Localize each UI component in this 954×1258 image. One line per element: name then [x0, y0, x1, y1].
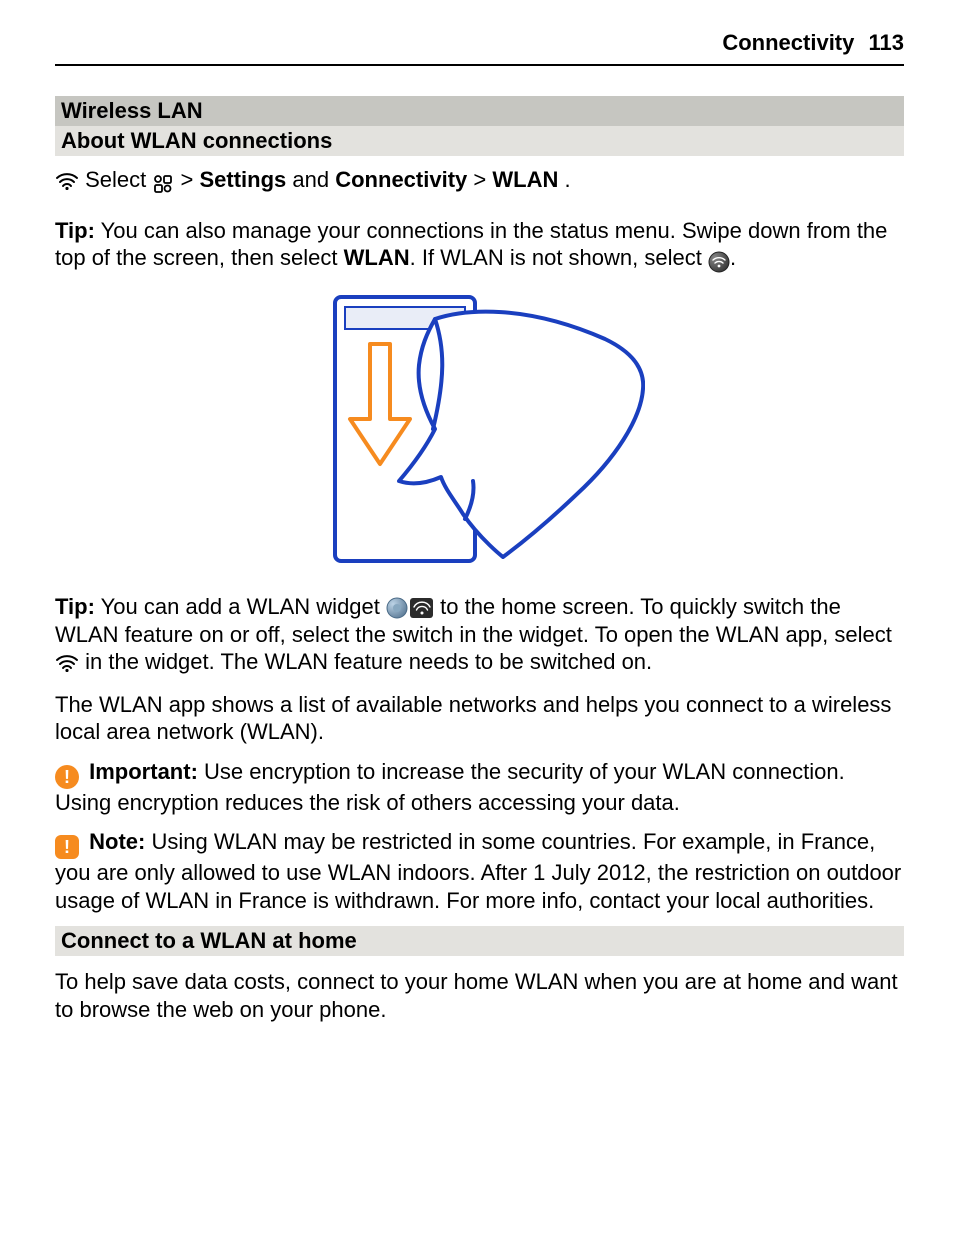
- text-and: and: [292, 167, 335, 192]
- tip2-text-c: in the widget. The WLAN feature needs to…: [79, 649, 652, 674]
- header-title: Connectivity: [722, 30, 854, 55]
- text-select: Select: [85, 167, 152, 192]
- page: Connectivity 113 Wireless LAN About WLAN…: [0, 0, 954, 1258]
- wlan-widget-icon: [386, 597, 434, 619]
- text-connectivity: Connectivity: [335, 167, 467, 192]
- body-content: Select > Settings and Connectivity > WLA…: [55, 166, 904, 914]
- instruction-line: Select > Settings and Connectivity > WLA…: [55, 166, 904, 197]
- section-connect-home: Connect to a WLAN at home: [55, 926, 904, 956]
- text-gt2: >: [473, 167, 492, 192]
- tip2-paragraph: Tip: You can add a WLAN widget to the ho…: [55, 593, 904, 679]
- connect-home-paragraph: To help save data costs, connect to your…: [55, 968, 904, 1023]
- note-icon: !: [55, 835, 79, 859]
- tip1-paragraph: Tip: You can also manage your connection…: [55, 217, 904, 275]
- note-text: Using WLAN may be restricted in some cou…: [55, 829, 901, 913]
- tip1-wlan: WLAN: [344, 245, 410, 270]
- wifi-icon: [55, 169, 79, 197]
- tip1-text-b: . If WLAN is not shown, select: [410, 245, 708, 270]
- tip2-text-a: You can add a WLAN widget: [95, 594, 386, 619]
- important-label: Important:: [89, 759, 198, 784]
- tip2-label: Tip:: [55, 594, 95, 619]
- text-wlan: WLAN: [492, 167, 558, 192]
- important-paragraph: ! Important: Use encryption to increase …: [55, 758, 904, 817]
- text-end: .: [564, 167, 570, 192]
- tip1-end: .: [730, 245, 736, 270]
- swipe-down-figure: [55, 289, 904, 576]
- important-icon: !: [55, 765, 79, 789]
- tip1-label: Tip:: [55, 218, 95, 243]
- note-label: Note:: [89, 829, 145, 854]
- text-settings: Settings: [199, 167, 286, 192]
- wlan-app-paragraph: The WLAN app shows a list of available n…: [55, 691, 904, 746]
- section-wireless-lan: Wireless LAN: [55, 96, 904, 126]
- text-gt1: >: [181, 167, 200, 192]
- note-paragraph: ! Note: Using WLAN may be restricted in …: [55, 828, 904, 914]
- wifi-icon-inline: [55, 651, 79, 679]
- section-about-wlan: About WLAN connections: [55, 126, 904, 156]
- menu-grid-icon: [152, 169, 174, 197]
- page-header: Connectivity 113: [55, 30, 904, 66]
- wifi-round-icon: [708, 247, 730, 275]
- page-number: 113: [869, 30, 905, 55]
